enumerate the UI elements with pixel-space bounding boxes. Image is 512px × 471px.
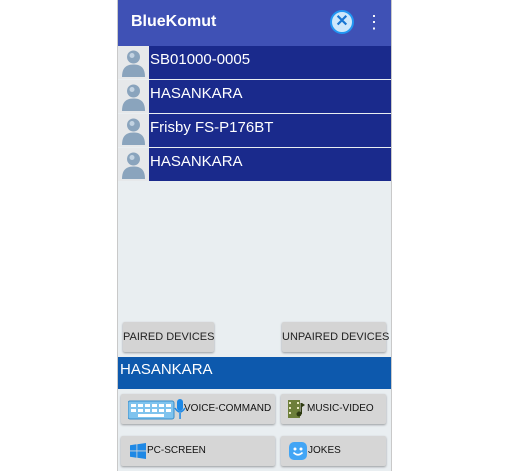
windows-logo-icon [130,443,146,462]
music-video-label: MUSIC-VIDEO [307,403,374,414]
paired-devices-button[interactable]: PAIRED DEVICES [123,322,215,352]
user-avatar-icon [118,80,149,113]
device-list: SB01000-0005 HASANKARA Frisby FS-P176BT … [118,46,391,182]
music-video-button[interactable]: MUSIC-VIDEO [281,394,386,424]
keyboard-microphone-icon [127,399,186,424]
unpaired-devices-button[interactable]: UNPAIRED DEVICES [282,322,389,352]
smiley-icon [289,442,307,463]
device-name: HASANKARA [150,153,243,170]
voice-command-label: VOICE-COMMAND [184,403,272,414]
device-name: SB01000-0005 [150,51,251,68]
jokes-button[interactable]: JOKES [281,436,386,466]
jokes-label: JOKES [308,445,341,456]
app-screen: BlueKomut ✕ ⋮ SB01000-0005 HASANKARA Fri… [117,0,392,471]
pc-screen-button[interactable]: PC-SCREEN [121,436,275,466]
device-row[interactable]: SB01000-0005 [118,46,391,79]
app-title: BlueKomut [131,13,217,30]
app-bar: BlueKomut ✕ ⋮ [118,0,391,46]
selected-device-name: HASANKARA [120,361,213,378]
film-music-icon [288,399,306,422]
device-row[interactable]: Frisby FS-P176BT [118,114,391,147]
device-name: HASANKARA [150,85,243,102]
device-name: Frisby FS-P176BT [150,119,274,136]
user-avatar-icon [118,46,149,79]
close-icon[interactable]: ✕ [330,10,354,34]
empty-list-area [118,182,391,316]
device-row[interactable]: HASANKARA [118,148,391,181]
device-row[interactable]: HASANKARA [118,80,391,113]
user-avatar-icon [118,114,149,147]
selected-device-bar: HASANKARA [118,357,391,389]
pc-screen-label: PC-SCREEN [147,445,206,456]
user-avatar-icon [118,148,149,181]
more-vertical-icon[interactable]: ⋮ [365,12,383,32]
voice-command-button[interactable]: VOICE-COMMAND [121,394,275,424]
